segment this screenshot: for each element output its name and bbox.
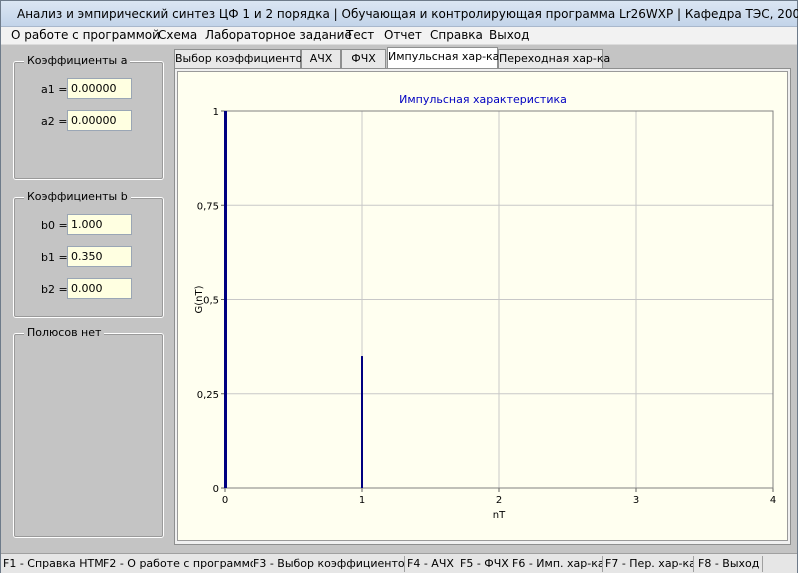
a1-input[interactable] [67,78,132,99]
status-bar: F1 - Справка HTML F2 - О работе с програ… [1,553,797,573]
status-f5-phase[interactable]: F5 - ФЧХ [460,557,511,570]
x-tick-label: 0 [222,495,228,506]
y-tick-label: 0,5 [203,296,219,307]
coef-a-title: Коэффициенты a [24,54,131,67]
x-axis-label: nT [493,510,506,521]
chart-area: Импульсная характеристика 0 1 2 3 4 0 0,25 0,5 0… [177,71,788,541]
y-tick-label: 0,25 [197,390,219,401]
a2-label: a2 = [41,115,68,128]
menu-item-scheme[interactable]: Схема [158,28,197,42]
impulse-response-chart: Импульсная характеристика 0 1 2 3 400,250,50… [194,93,776,521]
status-f2-about[interactable]: F2 - О работе с программой [103,557,253,570]
b0-input[interactable] [67,214,132,235]
status-separator [762,556,763,572]
y-axis-label: G(nT) [194,285,205,313]
tab-amplitude-response[interactable]: АЧХ [301,49,341,68]
menu-item-help[interactable]: Справка [430,28,483,42]
b0-label: b0 = [41,219,68,232]
y-tick-label: 0,75 [197,201,219,212]
menu-item-report[interactable]: Отчет [384,28,422,42]
y-tick-label: 1 [213,107,219,118]
b2-input[interactable] [67,278,132,299]
x-tick-label: 1 [359,495,365,506]
coef-b-title: Коэффициенты b [24,190,131,203]
tab-step-response[interactable]: Переходная хар-ка [498,49,610,68]
tab-phase-response[interactable]: ФЧХ [341,49,386,68]
tab-impulse-response[interactable]: Импульсная хар-ка [387,47,499,69]
status-f7-step[interactable]: F7 - Пер. хар-ка [605,557,693,570]
menu-item-lab-task[interactable]: Лабораторное задание [205,28,352,42]
poles-group: Полюсов нет [13,326,164,538]
status-separator [602,556,603,572]
status-f3-coefficients[interactable]: F3 - Выбор коэффициентов [253,557,404,570]
menu-item-exit[interactable]: Выход [489,28,529,42]
menu-item-about[interactable]: О работе с программой [11,28,160,42]
chart-title: Импульсная характеристика [399,93,567,106]
b2-label: b2 = [41,283,68,296]
impulse-bar [361,356,363,488]
x-tick-label: 2 [496,495,502,506]
app-window: Анализ и эмпирический синтез ЦФ 1 и 2 по… [0,0,798,573]
impulse-bar [224,111,227,488]
status-f6-impulse[interactable]: F6 - Имп. хар-ка [512,557,602,570]
b1-label: b1 = [41,251,68,264]
b1-input[interactable] [67,246,132,267]
a2-input[interactable] [67,110,132,131]
tab-coefficients[interactable]: Выбор коэффициентов [174,49,309,68]
status-f8-exit[interactable]: F8 - Выход [698,557,762,570]
status-separator [693,556,694,572]
chart-tick-labels: 0 1 2 3 4 0 0,25 0,5 0,75 1 [197,107,776,506]
menu-bar: О работе с программой Схема Лабораторное… [1,27,797,45]
status-separator [404,556,405,572]
chart-grid [221,110,774,492]
x-tick-label: 4 [770,495,776,506]
status-f4-amplitude[interactable]: F4 - АЧХ [407,557,459,570]
window-title: Анализ и эмпирический синтез ЦФ 1 и 2 по… [17,7,798,21]
menu-item-test[interactable]: Тест [346,28,374,42]
x-tick-label: 3 [633,495,639,506]
y-tick-label: 0 [213,484,219,495]
status-f1-help[interactable]: F1 - Справка HTML [3,557,103,570]
poles-title: Полюсов нет [24,326,105,339]
title-bar[interactable]: Анализ и эмпирический синтез ЦФ 1 и 2 по… [1,1,798,27]
a1-label: a1 = [41,83,68,96]
